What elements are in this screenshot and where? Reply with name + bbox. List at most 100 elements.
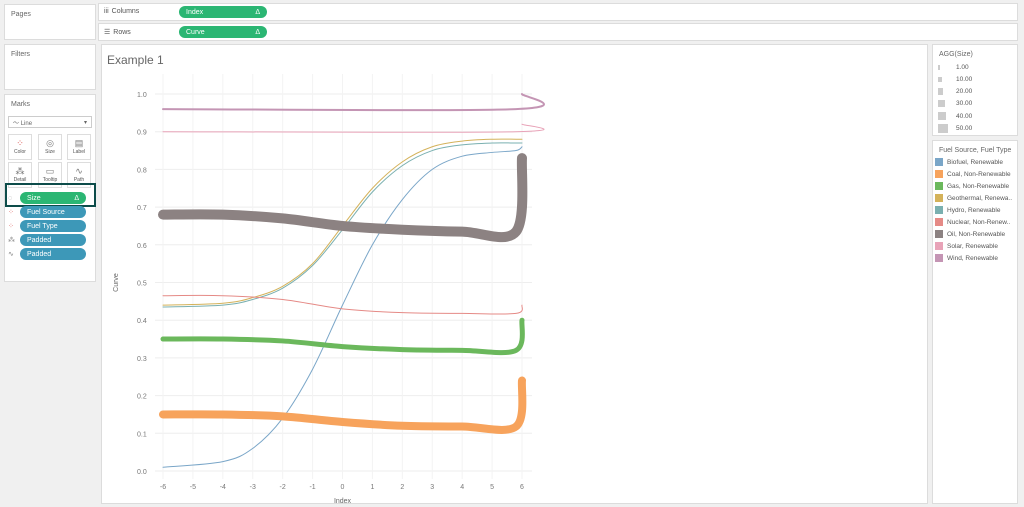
size-legend-item[interactable]: 50.00	[938, 124, 972, 133]
filters-pane: Filters	[4, 44, 96, 90]
path-icon: ∿	[75, 166, 83, 176]
color-legend-item[interactable]: Oil, Non-Renewable	[935, 230, 1005, 238]
size-legend-item[interactable]: 10.00	[938, 76, 972, 83]
x-axis-label: Index	[334, 498, 352, 504]
size-legend-label: 50.00	[956, 125, 973, 132]
y-tick-label: 0.8	[137, 167, 147, 174]
marks-title: Marks	[11, 101, 31, 108]
marks-field-fuel-source[interactable]: ⁘ Fuel Source	[8, 206, 92, 218]
color-button[interactable]: ⁘ Color	[8, 134, 32, 160]
color-swatch	[935, 170, 943, 178]
color-legend-item[interactable]: Biofuel, Renewable	[935, 158, 1003, 166]
columns-pill-index[interactable]: Index Δ	[179, 6, 267, 18]
color-legend-item[interactable]: Gas, Non-Renewable	[935, 182, 1009, 190]
x-tick-label: 1	[370, 484, 374, 491]
x-tick-label: -1	[309, 484, 315, 491]
size-legend-label: 20.00	[955, 88, 973, 95]
y-tick-label: 0.7	[137, 205, 147, 212]
x-tick-label: 4	[460, 484, 464, 491]
color-legend-label: Wind, Renewable	[947, 254, 998, 262]
size-legend-item[interactable]: 20.00	[938, 88, 972, 95]
columns-label: Columns	[111, 8, 140, 15]
color-swatch	[935, 230, 943, 238]
color-icon: ⁘	[8, 223, 14, 230]
color-icon: ⁘	[16, 138, 24, 148]
color-legend-item[interactable]: Hydro, Renewable	[935, 206, 1000, 214]
detail-icon: ⁂	[15, 166, 25, 176]
size-button[interactable]: ◎ Size	[38, 134, 62, 160]
tooltip-icon: ▭	[45, 166, 55, 176]
y-tick-label: 1.0	[137, 92, 147, 99]
size-legend-label: 10.00	[955, 76, 973, 83]
x-tick-label: -6	[160, 484, 166, 491]
rows-pill-curve[interactable]: Curve Δ	[179, 26, 267, 38]
size-button-label: Size	[45, 149, 55, 155]
marks-field-padded-detail[interactable]: ⁂ Padded	[8, 234, 92, 246]
color-legend-label: Hydro, Renewable	[947, 206, 1001, 214]
color-icon: ⁘	[8, 209, 14, 216]
y-tick-label: 0.6	[137, 243, 147, 250]
color-legend-item[interactable]: Wind, Renewable	[935, 254, 998, 262]
color-legend-item[interactable]: Solar, Renewable	[935, 242, 998, 250]
series-line-solar	[162, 123, 545, 133]
size-swatch	[938, 65, 940, 70]
filters-title: Filters	[11, 51, 31, 58]
color-swatch	[935, 158, 943, 166]
rows-shelf[interactable]: ☰ Rows Curve Δ	[98, 23, 1018, 41]
color-swatch	[935, 182, 943, 190]
pages-pane: Pages	[4, 4, 96, 40]
y-tick-label: 0.5	[137, 281, 147, 288]
y-tick-label: 0.1	[137, 431, 147, 438]
size-legend-item[interactable]: 1.00	[938, 64, 969, 71]
series-line-wind	[162, 93, 545, 112]
color-legend-item[interactable]: Coal, Non-Renewable	[935, 170, 1011, 178]
rows-icon: ☰	[104, 29, 111, 36]
label-button-label: Label	[72, 149, 86, 155]
color-legend-label: Nuclear, Non-Renew..	[947, 218, 1011, 226]
color-legend-label: Gas, Non-Renewable	[947, 182, 1010, 190]
size-swatch	[938, 88, 944, 95]
size-legend-item[interactable]: 30.00	[938, 100, 973, 108]
marks-field-padded-path[interactable]: ∿ Padded	[8, 248, 92, 260]
y-tick-label: 0.3	[137, 356, 147, 363]
padded-path-pill-label: Padded	[27, 250, 52, 258]
columns-shelf[interactable]: iii Columns Index Δ	[98, 3, 1018, 21]
color-legend-label: Solar, Renewable	[947, 242, 998, 250]
size-legend-item[interactable]: 40.00	[938, 112, 972, 121]
x-tick-label: 0	[341, 484, 345, 491]
index-pill-label: Index	[186, 8, 204, 16]
color-button-label: Color	[14, 149, 26, 155]
y-tick-label: 0.2	[137, 394, 147, 401]
label-icon: ▤	[74, 138, 84, 148]
label-button[interactable]: ▤ Label	[67, 134, 91, 160]
size-swatch	[938, 100, 945, 108]
color-legend-label: Biofuel, Renewable	[947, 158, 1004, 166]
y-tick-label: 0.4	[137, 318, 147, 325]
y-axis-label: Curve	[113, 273, 120, 292]
mark-type-dropdown[interactable]: 〜 Line ▾	[8, 116, 92, 128]
x-tick-label: -4	[220, 484, 226, 491]
y-tick-label: 0.9	[137, 130, 147, 137]
color-swatch	[935, 242, 943, 250]
color-swatch	[935, 218, 943, 226]
size-swatch	[938, 124, 948, 133]
fuel-source-pill-label: Fuel Source	[27, 208, 65, 216]
chevron-down-icon: ▾	[83, 119, 87, 126]
color-legend-label: Geothermal, Renewa..	[947, 194, 1013, 202]
size-swatch	[938, 112, 947, 121]
size-legend-label: 30.00	[955, 100, 973, 108]
color-swatch	[935, 254, 943, 262]
color-legend-label: Oil, Non-Renewable	[947, 230, 1006, 238]
color-swatch	[935, 206, 943, 214]
color-legend-item[interactable]: Geothermal, Renewa..	[935, 194, 1012, 202]
size-legend-title: AGG(Size)	[939, 51, 973, 58]
rows-label: Rows	[113, 28, 131, 36]
delta-icon: Δ	[255, 28, 260, 36]
color-legend-item[interactable]: Nuclear, Non-Renew..	[935, 218, 1010, 226]
curve-pill-label: Curve	[186, 28, 205, 36]
x-tick-label: -2	[280, 484, 286, 491]
pages-title: Pages	[11, 11, 31, 18]
line-chart: 0.0 0.1 0.2 0.3 0.4 0.5 0.6 0.7 0.8 0.9 1.0 -6 -5 -4 -…	[113, 74, 545, 504]
marks-field-fuel-type[interactable]: ⁘ Fuel Type	[8, 220, 92, 232]
columns-icon: iii	[104, 8, 109, 15]
